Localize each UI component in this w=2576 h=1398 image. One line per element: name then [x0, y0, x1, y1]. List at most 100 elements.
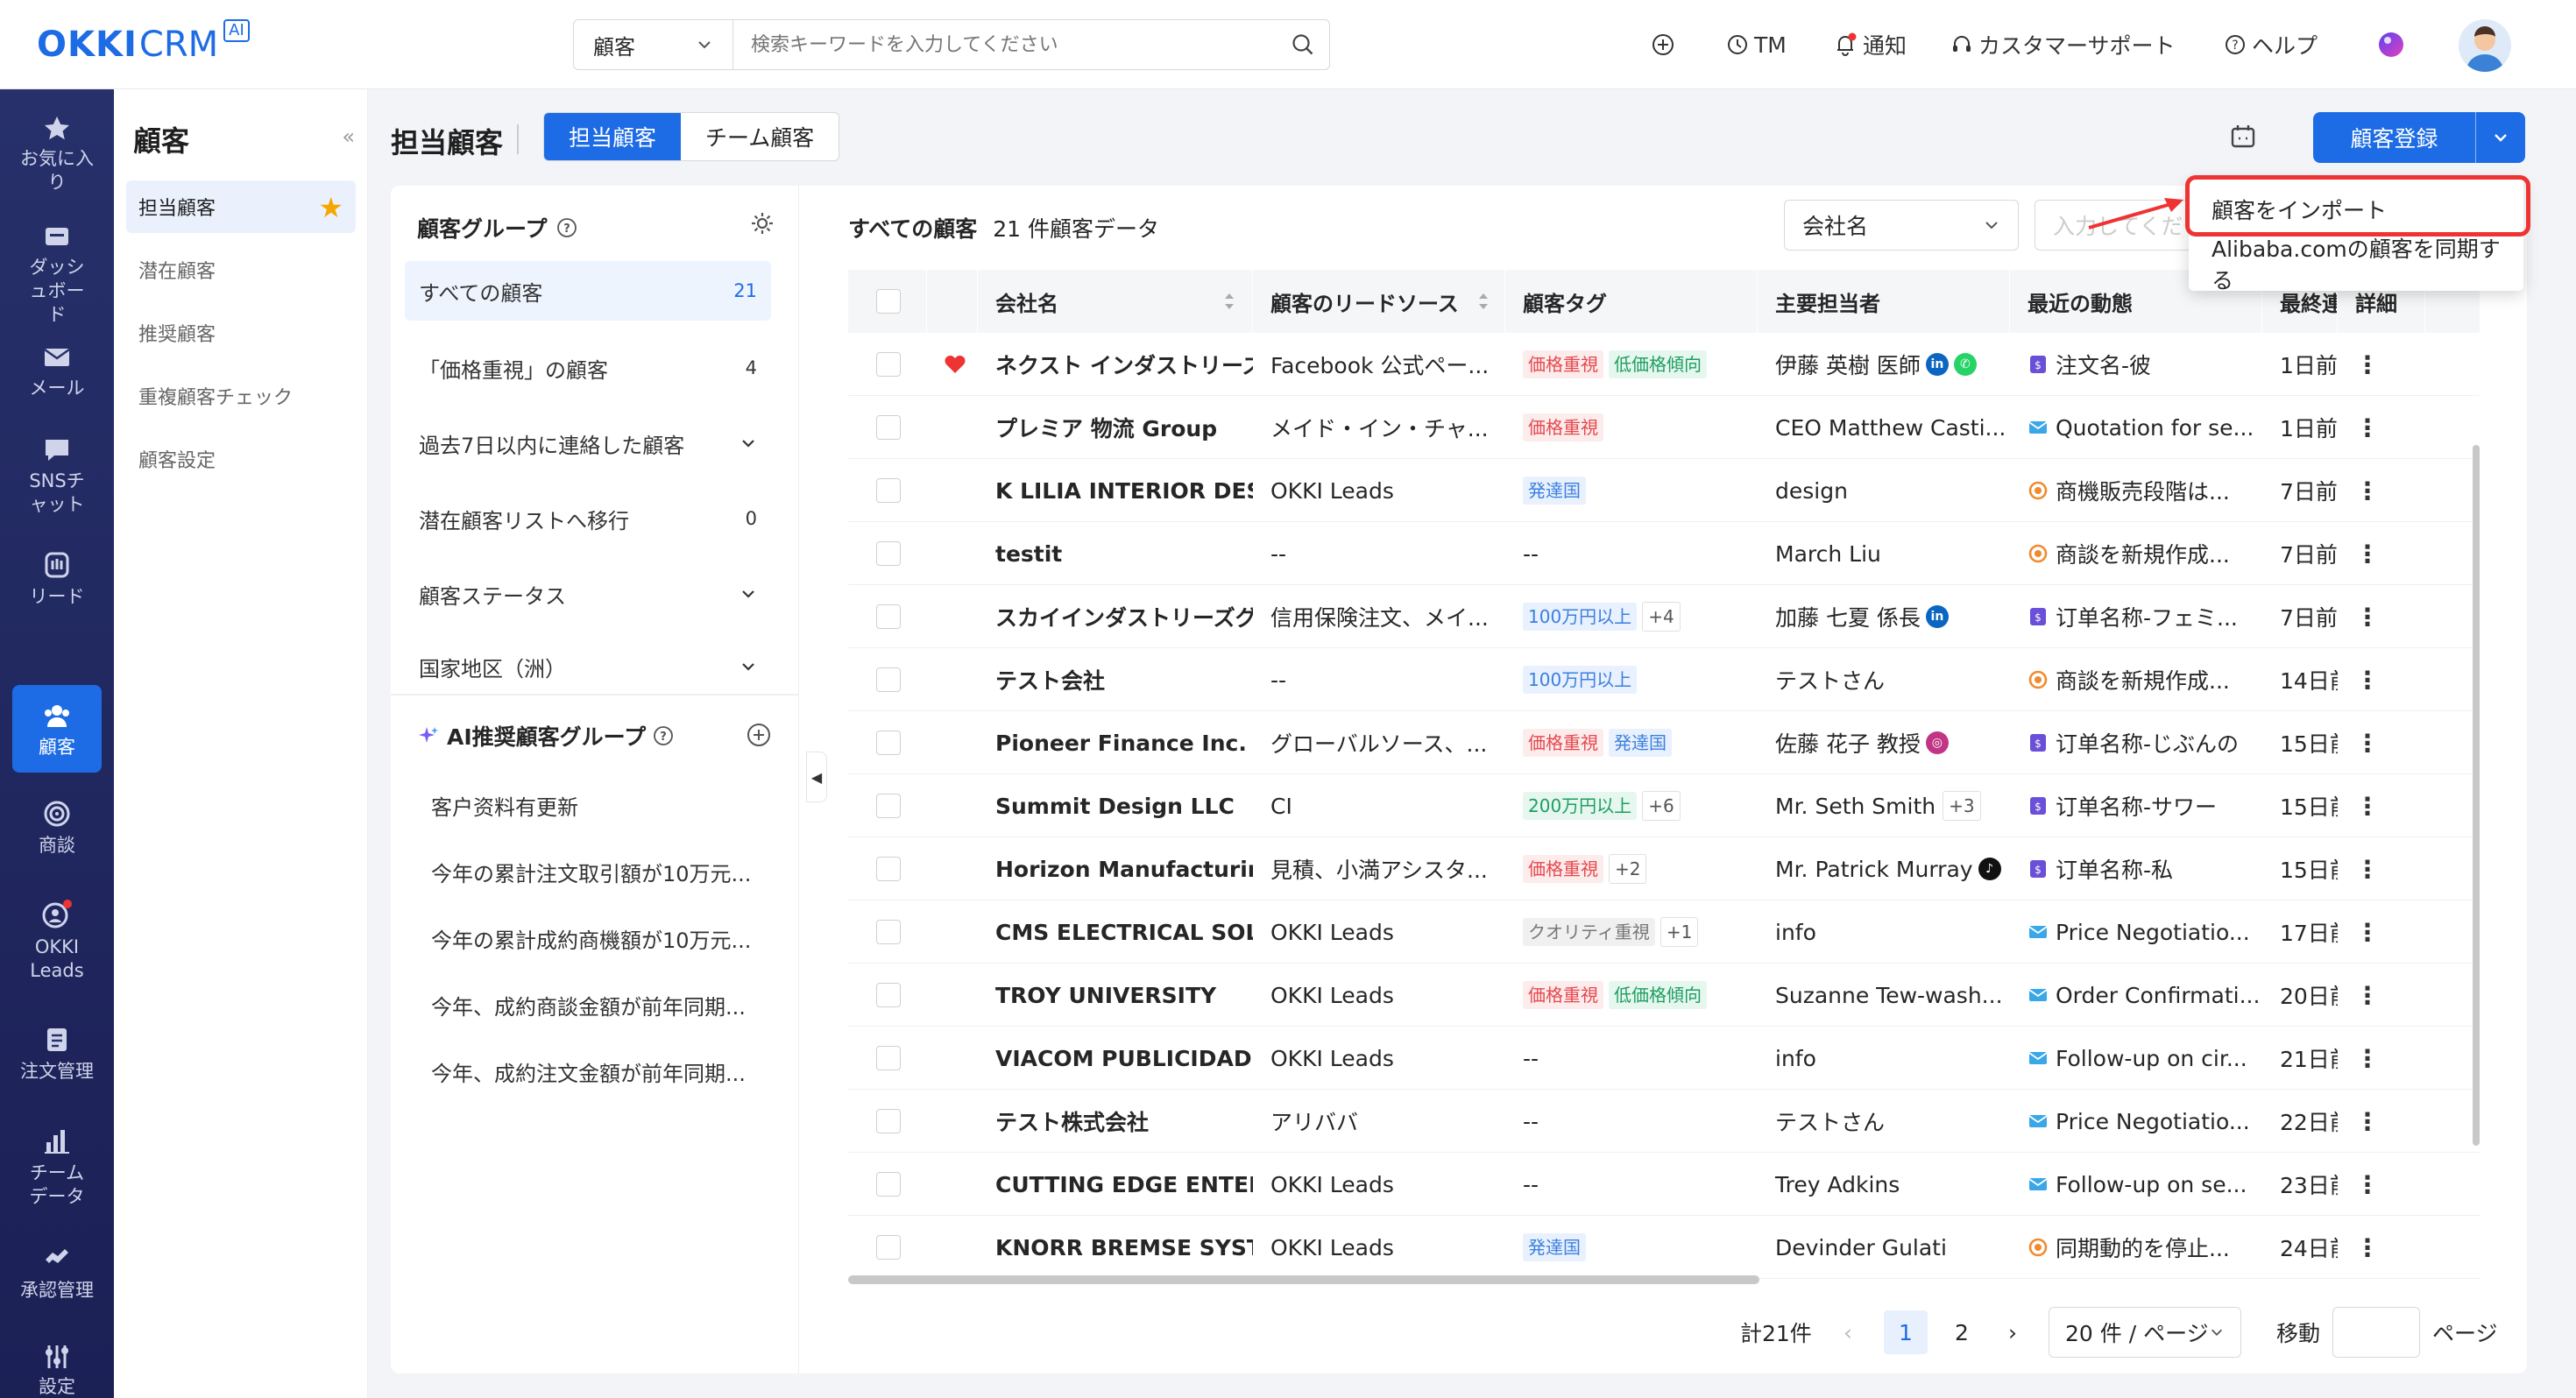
table-row[interactable]: テスト株式会社 アリババ -- テストさん Price Negotiatio... 22日…	[848, 1090, 2480, 1153]
company-name[interactable]: テスト株式会社	[978, 1090, 1253, 1153]
row-checkbox[interactable]	[876, 1046, 901, 1070]
ai-group-item[interactable]: 今年、成約注文金額が前年同期...	[431, 1056, 782, 1087]
contact-name[interactable]: 加藤 七夏 係長	[1775, 601, 1921, 632]
recent-activity[interactable]: Price Negotiatio...	[2010, 1090, 2262, 1153]
more-actions-icon[interactable]: ⋮	[2355, 540, 2380, 568]
tab-my-customers[interactable]: 担当顧客	[544, 113, 682, 160]
recent-activity[interactable]: Follow-up on cir...	[2010, 1027, 2262, 1090]
recent-activity[interactable]: Price Negotiatio...	[2010, 900, 2262, 964]
menu-sync-alibaba[interactable]: Alibaba.comの顧客を同期する	[2203, 237, 2509, 293]
company-name[interactable]: プレミア 物流 Group	[978, 396, 1253, 459]
more-actions-icon[interactable]: ⋮	[2355, 477, 2380, 505]
ai-assistant-button[interactable]	[2376, 0, 2406, 89]
more-actions-icon[interactable]: ⋮	[2355, 1170, 2380, 1199]
recent-activity[interactable]: $ 订单名称-フェミ...	[2010, 585, 2262, 648]
contact-name[interactable]: テストさん	[1775, 1105, 1885, 1137]
contact-name[interactable]: Mr. Patrick Murray	[1775, 857, 1973, 882]
recent-activity[interactable]: $ 注文名-彼	[2010, 333, 2262, 396]
recent-activity[interactable]: 商談を新規作成...	[2010, 522, 2262, 585]
table-row[interactable]: Horizon Manufacturing Inc. 見積、小満アシスタ... 価格…	[848, 837, 2480, 900]
group-price-focus[interactable]: 「価格重視」の顧客 4	[405, 338, 771, 398]
row-checkbox[interactable]	[876, 857, 901, 881]
contact-name[interactable]: Mr. Seth Smith	[1775, 794, 1936, 819]
ai-group-item[interactable]: 客户资料有更新	[431, 790, 782, 821]
subnav-item-recommended[interactable]: 推奨顧客	[126, 307, 356, 359]
add-button[interactable]	[1651, 0, 1675, 89]
nav-mail[interactable]: メール	[12, 340, 102, 401]
notification-button[interactable]: 通知	[1833, 0, 1907, 89]
more-actions-icon[interactable]: ⋮	[2355, 981, 2380, 1010]
company-name[interactable]: K LILIA INTERIOR DESIGN	[978, 459, 1253, 522]
filter-field-select[interactable]: 会社名	[1784, 200, 2019, 251]
table-row[interactable]: ネクスト インダストリーズ Inc. Facebook 公式ペー... 価格重視低価…	[848, 333, 2480, 396]
group-country-region[interactable]: 国家地区（洲）	[405, 639, 771, 694]
row-checkbox[interactable]	[876, 415, 901, 440]
search-input[interactable]	[733, 20, 1277, 69]
jump-page-input[interactable]	[2332, 1307, 2420, 1358]
okki-crm-logo[interactable]: OKKI CRM AI	[37, 19, 250, 67]
table-row[interactable]: CUTTING EDGE ENTERTAIN... OKKI Leads -- Tre…	[848, 1153, 2480, 1216]
nav-favorites[interactable]: お気に入り	[12, 114, 102, 193]
more-tags-badge[interactable]: +6	[1642, 791, 1681, 821]
table-row[interactable]: KNORR BREMSE SYSTEMS F... OKKI Leads 発達国 De…	[848, 1216, 2480, 1279]
table-row[interactable]: Pioneer Finance Inc. グローバルソース、... 価格重視 発達国佐…	[848, 711, 2480, 774]
more-tags-badge[interactable]: +4	[1642, 602, 1681, 632]
contact-name[interactable]: 伊藤 英樹 医師	[1775, 349, 1921, 380]
ai-group-item[interactable]: 今年、成約商談金額が前年同期...	[431, 990, 782, 1020]
recent-activity[interactable]: Order Confirmati...	[2010, 964, 2262, 1027]
recent-activity[interactable]: $ 订单名称-私	[2010, 837, 2262, 900]
page-2-button[interactable]: 2	[1940, 1310, 1984, 1354]
table-row[interactable]: TROY UNIVERSITY OKKI Leads 価格重視 低価格傾向 Suzann…	[848, 964, 2480, 1027]
favorite-star-icon[interactable]: ★	[318, 191, 343, 224]
row-checkbox[interactable]	[876, 920, 901, 944]
subnav-item-duplicate-check[interactable]: 重複顧客チェック	[126, 370, 356, 422]
calendar-icon[interactable]	[2227, 121, 2259, 152]
row-checkbox[interactable]	[876, 1172, 901, 1197]
register-dropdown-toggle[interactable]	[2476, 112, 2525, 163]
more-contacts-badge[interactable]: +3	[1943, 791, 1981, 821]
page-1-button[interactable]: 1	[1884, 1310, 1928, 1354]
table-row[interactable]: K LILIA INTERIOR DESIGN OKKI Leads 発達国 desi…	[848, 459, 2480, 522]
group-all-customers[interactable]: すべての顧客 21	[405, 261, 771, 321]
recent-activity[interactable]: $ 订单名称-じぶんの	[2010, 711, 2262, 774]
search-scope-select[interactable]: 顧客	[574, 20, 733, 69]
next-page-button[interactable]: ›	[2008, 1307, 2017, 1358]
nav-dashboard[interactable]: ダッシュボード	[12, 222, 102, 325]
col-lead-source[interactable]: 顧客のリードソース	[1253, 270, 1505, 333]
more-actions-icon[interactable]: ⋮	[2355, 729, 2380, 758]
company-name[interactable]: TROY UNIVERSITY	[978, 964, 1253, 1027]
recent-activity[interactable]: Quotation for se...	[2010, 396, 2262, 459]
group-contacted-7days[interactable]: 過去7日以内に連絡した顧客	[405, 413, 771, 473]
sort-icon[interactable]	[1222, 291, 1236, 312]
more-actions-icon[interactable]: ⋮	[2355, 1107, 2380, 1136]
company-name[interactable]: VIACOM PUBLICIDAD	[978, 1027, 1253, 1090]
table-row[interactable]: スカイインダストリーズグループ信用保険注文、メイ...100万円以上+4加藤 七…	[848, 585, 2480, 648]
nav-deals[interactable]: 商談	[12, 797, 102, 858]
nav-approval-management[interactable]: 承認管理	[12, 1242, 102, 1307]
company-name[interactable]: スカイインダストリーズグループ	[978, 585, 1253, 648]
collapse-groups-handle[interactable]: ◀	[806, 752, 827, 802]
more-actions-icon[interactable]: ⋮	[2355, 918, 2380, 947]
add-ai-group-icon[interactable]	[746, 722, 772, 752]
contact-name[interactable]: 佐藤 花子 教授	[1775, 727, 1921, 759]
table-row[interactable]: VIACOM PUBLICIDAD OKKI Leads -- info Follow-…	[848, 1027, 2480, 1090]
more-actions-icon[interactable]: ⋮	[2355, 1233, 2380, 1262]
register-customer-button[interactable]: 顧客登録	[2313, 112, 2525, 163]
tm-button[interactable]: TM	[1726, 0, 1787, 89]
row-checkbox[interactable]	[876, 731, 901, 755]
company-name[interactable]: KNORR BREMSE SYSTEMS F...	[978, 1216, 1253, 1279]
ai-group-item[interactable]: 今年の累計注文取引額が10万元...	[431, 857, 782, 887]
more-actions-icon[interactable]: ⋮	[2355, 666, 2380, 695]
row-checkbox[interactable]	[876, 1109, 901, 1133]
row-checkbox[interactable]	[876, 794, 901, 818]
user-avatar[interactable]	[2459, 19, 2511, 72]
table-row[interactable]: プレミア 物流 Group メイド・イン・チャ... 価格重視 CEO Matthew…	[848, 396, 2480, 459]
nav-sns-chat[interactable]: SNSチャット	[12, 433, 102, 517]
page-size-select[interactable]: 20 件 / ページ	[2049, 1307, 2241, 1358]
company-name[interactable]: testit	[978, 522, 1253, 585]
nav-settings[interactable]: 設定	[12, 1342, 102, 1398]
subnav-item-potential[interactable]: 潜在顧客	[126, 244, 356, 296]
company-name[interactable]: Horizon Manufacturing Inc.	[978, 837, 1253, 900]
search-icon[interactable]	[1277, 32, 1329, 57]
table-row[interactable]: テスト会社 -- 100万円以上 テストさん 商談を新規作成... 14日前 ⋮	[848, 648, 2480, 711]
